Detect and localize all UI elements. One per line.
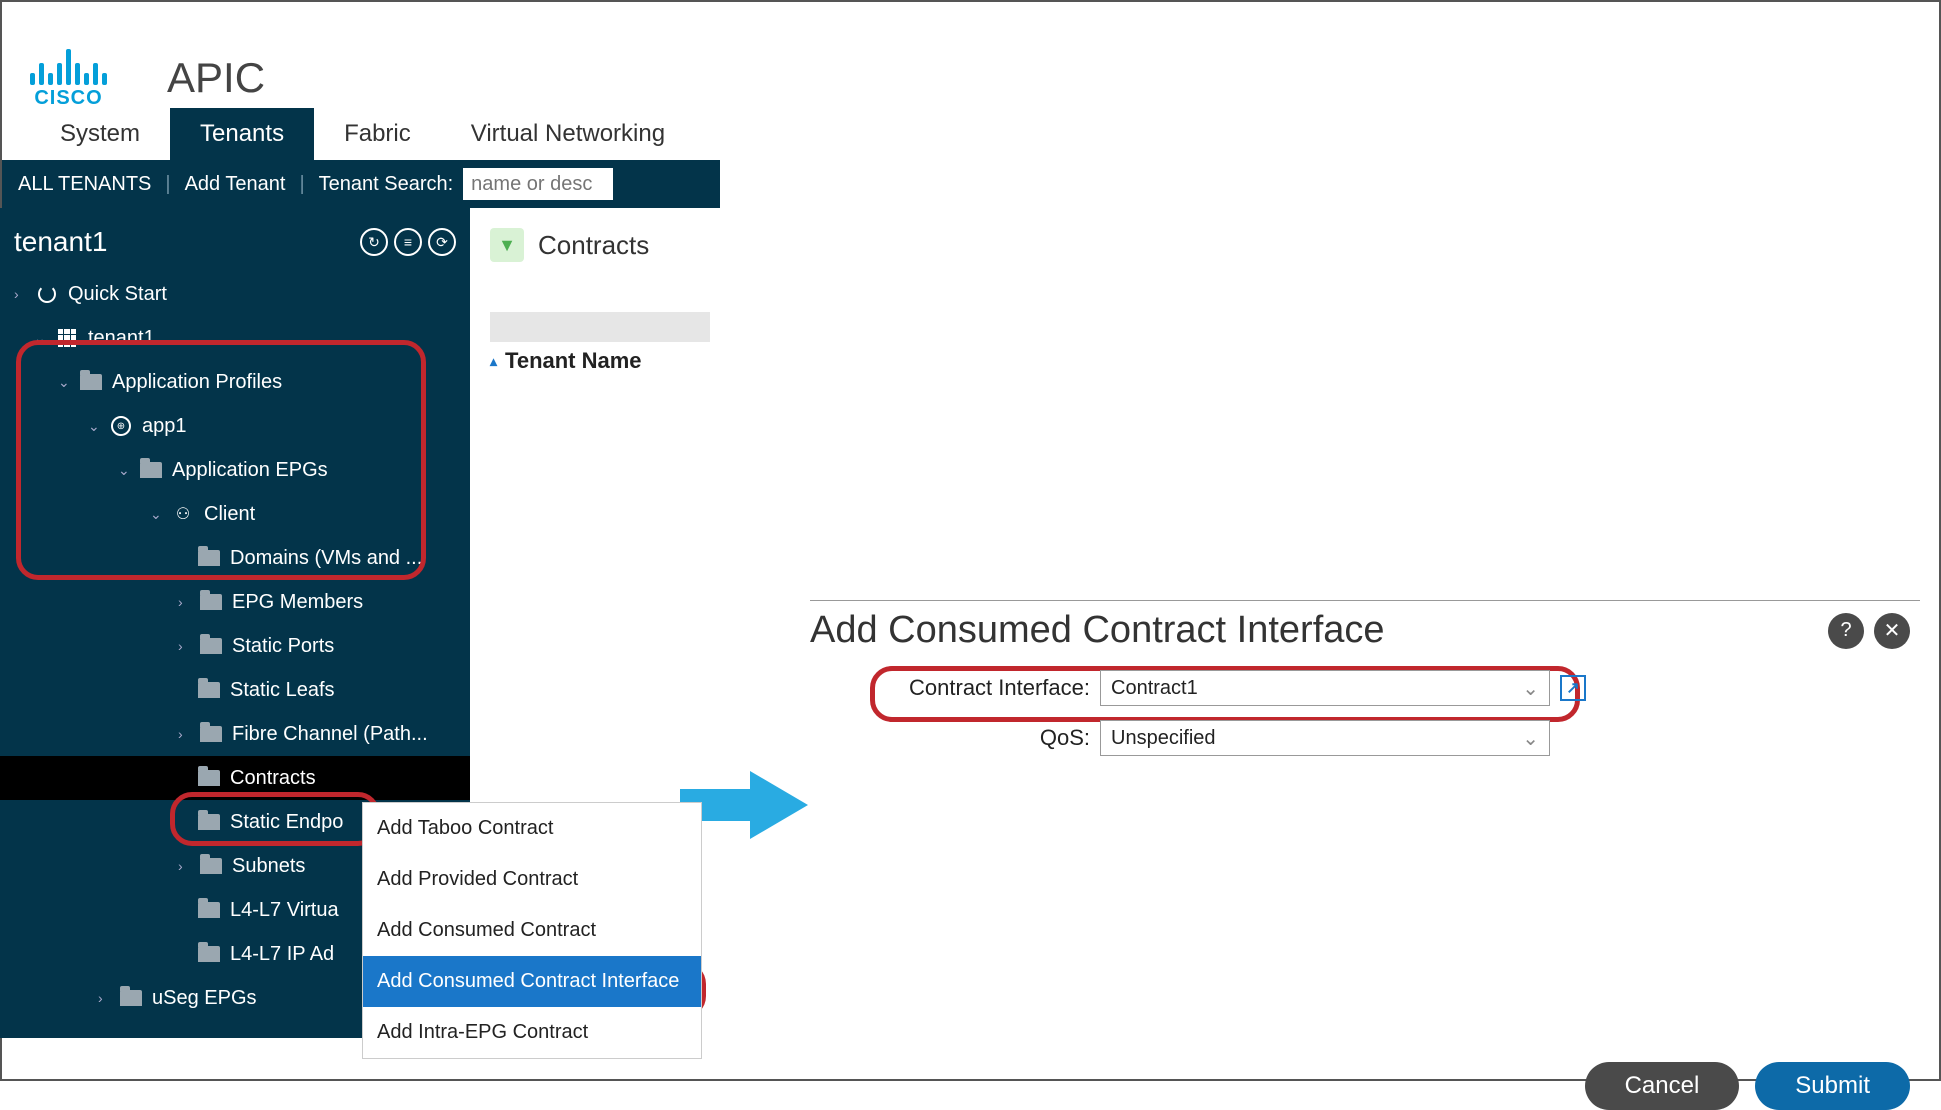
contract-interface-label: Contract Interface: — [810, 675, 1090, 701]
menu-add-consumed-contract-interface[interactable]: Add Consumed Contract Interface — [363, 956, 701, 1007]
tree-quick-start[interactable]: ›Quick Start — [0, 272, 470, 316]
open-external-icon[interactable]: ↗ — [1560, 675, 1586, 701]
help-button[interactable]: ? — [1828, 613, 1864, 649]
folder-icon — [200, 858, 222, 874]
context-menu: Add Taboo Contract Add Provided Contract… — [362, 802, 702, 1059]
folder-icon — [198, 946, 220, 962]
refresh-icon[interactable]: ⟳ — [428, 228, 456, 256]
menu-add-provided-contract[interactable]: Add Provided Contract — [363, 854, 701, 905]
tree-fibre-channel[interactable]: ›Fibre Channel (Path... — [0, 712, 470, 756]
folder-icon — [200, 638, 222, 654]
folder-icon — [80, 374, 102, 390]
tree-static-leafs[interactable]: Static Leafs — [0, 668, 470, 712]
app-icon: ⊕ — [111, 416, 131, 436]
folder-icon — [120, 990, 142, 1006]
tenant-title: tenant1 — [14, 226, 107, 258]
quick-start-icon — [38, 285, 56, 303]
tree-contracts[interactable]: Contracts — [0, 756, 470, 800]
filter-icon[interactable]: ≡ — [394, 228, 422, 256]
chevron-down-icon: ⌄ — [1522, 676, 1539, 701]
contract-interface-select[interactable]: Contract1 ⌄ — [1100, 670, 1550, 706]
cancel-button[interactable]: Cancel — [1585, 1062, 1740, 1110]
tenant-icon — [58, 329, 76, 347]
tree-app1[interactable]: ⌄⊕app1 — [0, 404, 470, 448]
tree-tenant1[interactable]: ⌄tenant1 — [0, 316, 470, 360]
folder-icon — [140, 462, 162, 478]
folder-icon — [198, 902, 220, 918]
folder-icon — [198, 770, 220, 786]
tree-domains[interactable]: Domains (VMs and ... — [0, 536, 470, 580]
epg-icon: ⚇ — [172, 505, 194, 523]
submit-button[interactable]: Submit — [1755, 1062, 1910, 1110]
menu-add-consumed-contract[interactable]: Add Consumed Contract — [363, 905, 701, 956]
folder-icon — [198, 814, 220, 830]
menu-add-intra-epg-contract[interactable]: Add Intra-EPG Contract — [363, 1007, 701, 1058]
dialog-title: Add Consumed Contract Interface — [810, 609, 1385, 652]
tree-epg-members[interactable]: ›EPG Members — [0, 580, 470, 624]
tree-client[interactable]: ⌄⚇Client — [0, 492, 470, 536]
dialog-add-consumed-contract-interface: Add Consumed Contract Interface ? ✕ Cont… — [810, 600, 1920, 770]
compass-icon[interactable]: ↻ — [360, 228, 388, 256]
tree-app-epgs[interactable]: ⌄Application EPGs — [0, 448, 470, 492]
close-button[interactable]: ✕ — [1874, 613, 1910, 649]
tree-static-ports[interactable]: ›Static Ports — [0, 624, 470, 668]
folder-icon — [200, 594, 222, 610]
folder-icon — [198, 682, 220, 698]
qos-select[interactable]: Unspecified ⌄ — [1100, 720, 1550, 756]
folder-icon — [198, 550, 220, 566]
folder-icon — [200, 726, 222, 742]
tree-app-profiles[interactable]: ⌄Application Profiles — [0, 360, 470, 404]
menu-add-taboo-contract[interactable]: Add Taboo Contract — [363, 803, 701, 854]
chevron-down-icon: ⌄ — [1522, 726, 1539, 751]
qos-label: QoS: — [810, 725, 1090, 751]
